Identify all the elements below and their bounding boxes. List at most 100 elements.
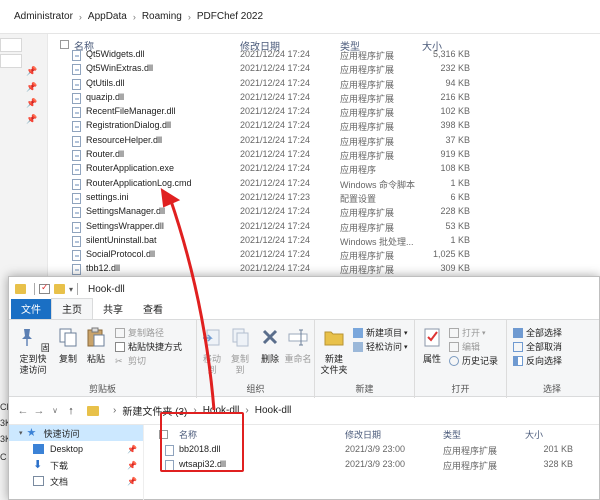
background-address-bar[interactable]: Administrator › AppData › Roaming › PDFChef… xyxy=(0,0,600,34)
title-bar[interactable]: ▾ Hook-dll xyxy=(9,277,599,301)
file-type: 应用程序扩展 xyxy=(340,65,395,76)
file-row[interactable]: SettingsWrapper.dll 2021/12/24 17:24 应用程序扩… xyxy=(48,220,600,234)
chevron-right-icon: › xyxy=(187,11,191,22)
breadcrumb-administrator[interactable]: Administrator xyxy=(14,11,73,22)
file-row[interactable]: Router.dll 2021/12/24 17:24 应用程序扩展 919 KB xyxy=(48,148,600,162)
file-row[interactable]: RegistrationDialog.dll 2021/12/24 17:24 应用… xyxy=(48,119,600,133)
copy-path-icon xyxy=(115,327,125,338)
hook-dll-explorer-window: ▾ Hook-dll 文件 主页 共享 查看 固定到快 速访问 复制 粘贴 复制… xyxy=(8,276,600,500)
history-button[interactable]: 历史记录 xyxy=(449,354,498,367)
column-date[interactable]: 修改日期 xyxy=(345,428,381,441)
file-name: ResourceHelper.dll xyxy=(86,134,163,145)
pin-icon[interactable]: 📌 xyxy=(127,477,137,486)
breadcrumb-pdfchef[interactable]: PDFChef 2022 xyxy=(197,11,263,22)
recent-locations-icon[interactable]: ∨ xyxy=(47,406,63,415)
file-row[interactable]: QtUtils.dll 2021/12/24 17:24 应用程序扩展 94 KB xyxy=(48,77,600,91)
select-none-button[interactable]: 全部取消 xyxy=(513,340,562,353)
new-item-button[interactable]: 新建项目 ▾ xyxy=(353,326,408,339)
pin-icon[interactable]: 📌 xyxy=(127,461,137,470)
divider xyxy=(77,283,79,295)
cut-button[interactable]: ✂ 剪切 xyxy=(115,354,146,367)
file-row[interactable]: SettingsManager.dll 2021/12/24 17:24 应用程序扩… xyxy=(48,205,600,219)
copy-button[interactable]: 复制 xyxy=(55,326,81,365)
file-size: 201 KB xyxy=(543,444,573,454)
pin-icon: 📌 xyxy=(26,66,38,76)
customize-toolbar-icon[interactable]: ▾ xyxy=(69,285,73,294)
file-icon xyxy=(72,121,81,133)
file-row[interactable]: RouterApplicationLog.cmd 2021/12/24 17:24… xyxy=(48,177,600,191)
dropdown-arrow-icon: ▾ xyxy=(482,329,486,337)
file-date: 2021/12/24 17:24 xyxy=(240,149,311,160)
file-name: Qt5Widgets.dll xyxy=(86,49,145,59)
delete-button[interactable]: 删除 xyxy=(259,326,281,365)
paste-icon xyxy=(87,327,105,347)
file-row[interactable]: Qt5Widgets.dll 2021/12/24 17:24 应用程序扩展 5,31… xyxy=(48,48,600,62)
chevron-right-icon: › xyxy=(78,11,82,22)
file-type: 应用程序扩展 xyxy=(340,51,395,61)
file-row[interactable]: quazip.dll 2021/12/24 17:24 应用程序扩展 216 KB xyxy=(48,91,600,105)
breadcrumb-hook-dll-current[interactable]: Hook-dll xyxy=(255,405,292,416)
highlight-box xyxy=(160,412,244,472)
open-label: 打开 xyxy=(462,328,481,338)
rename-button[interactable]: 重命名 xyxy=(283,326,313,365)
address-bar: ← → ∨ ↑ › 新建文件夹 (3) › Hook-dll › Hook-dl… xyxy=(9,397,599,425)
nav-downloads[interactable]: ⬇ 下载 📌 xyxy=(9,457,143,473)
invert-selection-icon xyxy=(513,355,523,366)
move-to-button[interactable]: 移动到 xyxy=(199,326,225,376)
copy-to-label: 复制到 xyxy=(230,354,249,375)
back-arrow-icon[interactable]: ← xyxy=(15,405,31,417)
edit-icon xyxy=(449,341,459,352)
nav-quick-access[interactable]: ▾ ★ 快速访问 xyxy=(9,425,143,441)
nav-desktop[interactable]: Desktop 📌 xyxy=(9,441,143,457)
paste-button[interactable]: 粘贴 xyxy=(83,326,109,365)
nav-documents[interactable]: 文档 📌 xyxy=(9,473,143,489)
nav-item[interactable] xyxy=(0,38,22,52)
invert-selection-button[interactable]: 反向选择 xyxy=(513,354,562,367)
dropdown-arrow-icon: ▾ xyxy=(404,329,408,337)
column-size[interactable]: 大小 xyxy=(525,428,543,441)
file-name: SocialProtocol.dll xyxy=(86,249,156,260)
easy-access-label: 轻松访问 xyxy=(366,342,403,352)
file-row[interactable]: ResourceHelper.dll 2021/12/24 17:24 应用程序扩展… xyxy=(48,134,600,148)
file-row[interactable]: RecentFileManager.dll 2021/12/24 17:24 应用程… xyxy=(48,105,600,119)
tab-view[interactable]: 查看 xyxy=(133,299,173,319)
paste-shortcut-button[interactable]: 粘贴快捷方式 xyxy=(115,340,182,353)
edit-button[interactable]: 编辑 xyxy=(449,340,480,353)
tab-share[interactable]: 共享 xyxy=(93,299,133,319)
file-row[interactable]: silentUninstall.bat 2021/12/24 17:24 Windo… xyxy=(48,234,600,248)
properties-quick-icon[interactable] xyxy=(39,282,50,294)
nav-item[interactable] xyxy=(0,54,22,68)
file-row[interactable]: settings.ini 2021/12/24 17:23 配置设置 6 KB xyxy=(48,191,600,205)
tab-file[interactable]: 文件 xyxy=(11,299,51,319)
open-icon xyxy=(449,327,459,338)
select-group-label: 选择 xyxy=(542,384,561,394)
file-name: tbb12.dll xyxy=(86,263,121,274)
pin-quick-access-button[interactable]: 固定到快 速访问 xyxy=(13,326,53,376)
properties-button[interactable]: 属性 xyxy=(419,326,445,365)
file-size: 37 KB xyxy=(445,134,470,145)
breadcrumb-appdata[interactable]: AppData xyxy=(88,11,127,22)
file-name: Router.dll xyxy=(86,149,125,160)
new-folder-button[interactable]: 新建 文件夹 xyxy=(319,326,349,376)
file-type: 配置设置 xyxy=(340,193,377,204)
forward-arrow-icon[interactable]: → xyxy=(31,405,47,417)
pin-icon[interactable]: 📌 xyxy=(127,445,137,454)
select-all-button[interactable]: 全部选择 xyxy=(513,326,562,339)
background-file-list: Qt5Widgets.dll 2021/12/24 17:24 应用程序扩展 5,31… xyxy=(48,48,600,277)
file-row[interactable]: RouterApplication.exe 2021/12/24 17:24 应用程… xyxy=(48,162,600,176)
file-row[interactable]: Qt5WinExtras.dll 2021/12/24 17:24 应用程序扩展 23… xyxy=(48,62,600,76)
easy-access-button[interactable]: 轻松访问 ▾ xyxy=(353,340,408,353)
open-button[interactable]: 打开 ▾ xyxy=(449,326,486,339)
up-arrow-icon[interactable]: ↑ xyxy=(63,405,79,417)
file-row[interactable]: SocialProtocol.dll 2021/12/24 17:24 应用程序扩展… xyxy=(48,248,600,262)
file-icon xyxy=(72,164,81,176)
file-row[interactable]: tbb12.dll 2021/12/24 17:24 应用程序扩展 309 KB xyxy=(48,262,600,276)
new-folder-quick-icon[interactable] xyxy=(54,284,65,294)
file-type: 应用程序扩展 xyxy=(340,265,395,276)
breadcrumb-roaming[interactable]: Roaming xyxy=(142,11,182,22)
copy-to-button[interactable]: 复制到 xyxy=(227,326,253,376)
copy-path-button[interactable]: 复制路径 xyxy=(115,326,164,339)
column-type[interactable]: 类型 xyxy=(443,428,461,441)
tab-home[interactable]: 主页 xyxy=(51,298,93,319)
file-type: 应用程序扩展 xyxy=(340,93,395,104)
